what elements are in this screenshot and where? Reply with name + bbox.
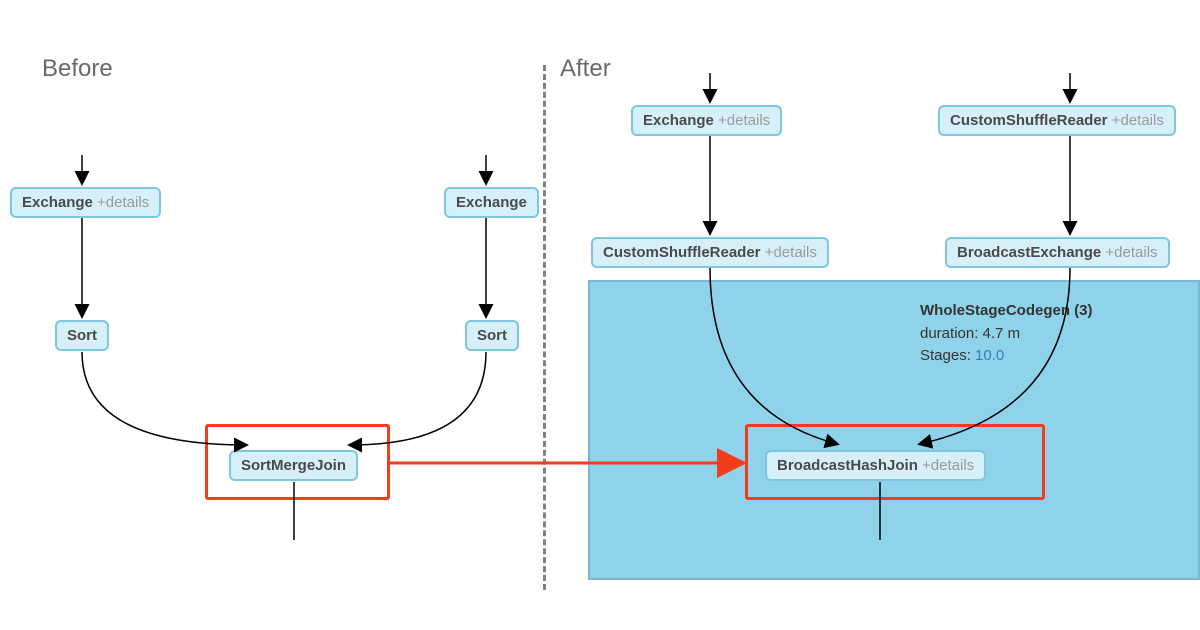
- node-label: Exchange: [643, 112, 714, 129]
- stages-label: Stages:: [920, 347, 975, 364]
- node-label: Exchange: [22, 194, 93, 211]
- stages-link[interactable]: 10.0: [975, 347, 1004, 364]
- node-sort-right[interactable]: Sort: [465, 320, 519, 351]
- node-label: Exchange: [456, 194, 527, 211]
- node-details: +details: [718, 112, 770, 129]
- node-label: CustomShuffleReader: [950, 112, 1108, 129]
- node-sort-left[interactable]: Sort: [55, 320, 109, 351]
- node-details: +details: [765, 244, 817, 261]
- highlight-before: [205, 424, 390, 500]
- divider: [543, 65, 546, 590]
- node-details: +details: [97, 194, 149, 211]
- node-details: +details: [1105, 244, 1157, 261]
- node-label: CustomShuffleReader: [603, 244, 761, 261]
- node-exchange-after[interactable]: Exchange +details: [631, 105, 782, 136]
- node-label: Sort: [67, 327, 97, 344]
- duration-value: 4.7 m: [983, 325, 1021, 342]
- node-csr-top[interactable]: CustomShuffleReader +details: [938, 105, 1176, 136]
- node-csr-bottom[interactable]: CustomShuffleReader +details: [591, 237, 829, 268]
- node-details: +details: [1112, 112, 1164, 129]
- node-exchange-right[interactable]: Exchange: [444, 187, 539, 218]
- node-label: BroadcastExchange: [957, 244, 1101, 261]
- node-exchange-left[interactable]: Exchange +details: [10, 187, 161, 218]
- codegen-title: WholeStageCodegen (3): [920, 302, 1093, 319]
- duration-label: duration:: [920, 325, 983, 342]
- codegen-text: WholeStageCodegen (3) duration: 4.7 m St…: [920, 300, 1093, 368]
- node-broadcast-exchange[interactable]: BroadcastExchange +details: [945, 237, 1170, 268]
- after-title: After: [560, 55, 611, 83]
- before-title: Before: [42, 55, 113, 83]
- highlight-after: [745, 424, 1045, 500]
- node-label: Sort: [477, 327, 507, 344]
